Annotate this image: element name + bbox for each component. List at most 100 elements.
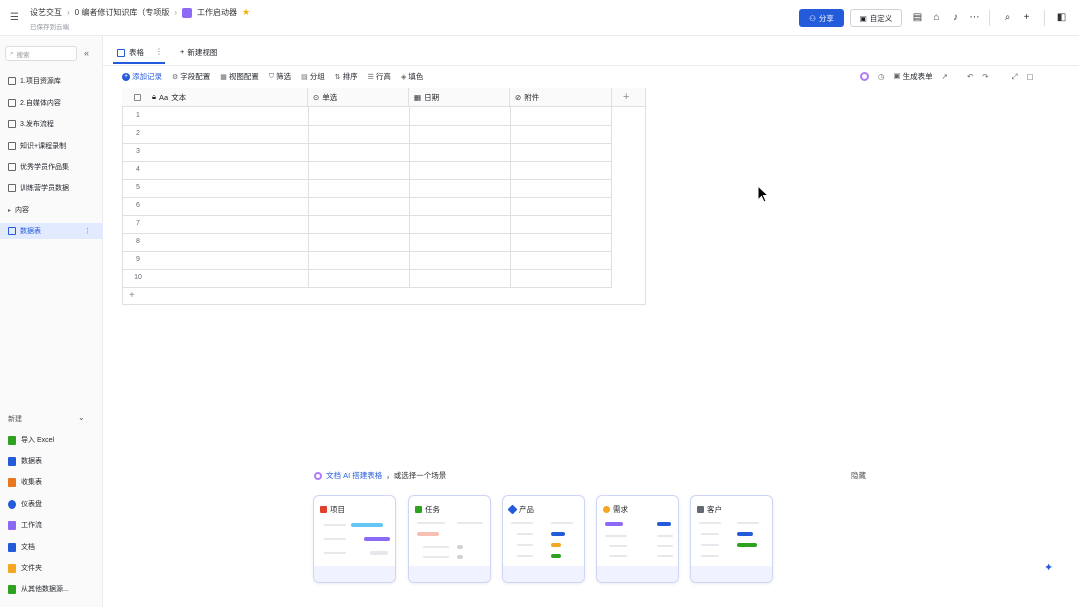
template-card-product[interactable]: 产品 bbox=[502, 495, 585, 583]
add-record-button[interactable]: + 添加记录 bbox=[122, 71, 162, 82]
new-dashboard[interactable]: 仪表盘 bbox=[0, 495, 103, 513]
hide-templates-button[interactable]: 隐藏 bbox=[851, 470, 866, 481]
column-label: 单选 bbox=[322, 92, 338, 102]
comment-icon[interactable]: ▢ bbox=[1027, 72, 1034, 81]
present-button[interactable]: ▣ 自定义 bbox=[850, 9, 902, 27]
plus-circle-icon: + bbox=[122, 72, 130, 81]
search-icon[interactable]: ⌕ bbox=[1001, 11, 1014, 24]
generate-form-button[interactable]: ▣ 生成表单 bbox=[894, 71, 933, 82]
new-datatable[interactable]: 数据表 bbox=[0, 452, 103, 470]
paint-icon: ◈ bbox=[400, 73, 407, 81]
group-icon: ▤ bbox=[301, 73, 308, 81]
divider bbox=[1044, 10, 1045, 26]
add-column-icon[interactable]: + bbox=[623, 91, 629, 103]
undo-icon[interactable]: ↶ bbox=[967, 72, 973, 81]
group-label: 分组 bbox=[309, 72, 325, 81]
folder-icon bbox=[8, 563, 16, 573]
star-icon[interactable]: ★ bbox=[242, 7, 250, 18]
sidebar-item-works[interactable]: 优秀学员作品集 bbox=[0, 159, 103, 175]
plus-icon: + bbox=[180, 47, 185, 56]
filter-button[interactable]: ⛉ 筛选 bbox=[269, 71, 291, 82]
expand-icon[interactable]: ⤢ bbox=[1012, 72, 1018, 82]
sidebar-item-resources[interactable]: 1.项目资源库 bbox=[0, 73, 103, 89]
sidebar-item-label: 内容 bbox=[15, 207, 30, 214]
column-header-single-select[interactable]: ⊙ 单选 bbox=[308, 88, 409, 107]
row-number: 6 bbox=[136, 202, 140, 209]
add-record-label: 添加记录 bbox=[132, 72, 162, 81]
history-icon[interactable]: ◷ bbox=[878, 72, 885, 81]
present-icon: ▣ bbox=[859, 13, 867, 23]
column-header-attachment[interactable]: ⊘ 附件 bbox=[510, 88, 612, 107]
chevron-down-icon[interactable]: ⌄ bbox=[78, 413, 85, 422]
row-number: 5 bbox=[136, 184, 140, 191]
diamond-icon bbox=[507, 504, 518, 515]
new-folder[interactable]: 文件夹 bbox=[0, 559, 103, 577]
plus-icon[interactable]: + bbox=[1020, 11, 1033, 24]
text-field-icon: Aa bbox=[159, 92, 169, 102]
share-view-icon[interactable]: ↗ bbox=[942, 72, 948, 81]
column-header-text[interactable]: 🔒︎ Aa 文本 bbox=[122, 88, 308, 107]
page-title[interactable]: 工作启动器 bbox=[197, 7, 237, 18]
row-divider bbox=[122, 287, 612, 288]
view-icon: ▦ bbox=[220, 73, 227, 81]
more-icon[interactable]: ⋮ bbox=[84, 227, 91, 235]
new-form[interactable]: 收集表 bbox=[0, 473, 103, 491]
template-card-project[interactable]: 项目 bbox=[313, 495, 396, 583]
ai-ring-icon[interactable] bbox=[860, 72, 869, 81]
sidebar-item-media[interactable]: 2.自媒体内容 bbox=[0, 95, 103, 111]
template-icon[interactable]: ▤ bbox=[911, 11, 924, 24]
card-label: 需求 bbox=[613, 505, 628, 514]
form-icon bbox=[8, 477, 16, 487]
new-item-label: 仪表盘 bbox=[21, 501, 42, 508]
sidebar-item-course[interactable]: 知识+课程录制 bbox=[0, 138, 103, 154]
field-config-button[interactable]: ⚙ 字段配置 bbox=[172, 71, 210, 82]
breadcrumb-item-workspace[interactable]: 设艺交互 bbox=[30, 7, 62, 18]
template-card-customer[interactable]: 客户 bbox=[690, 495, 773, 583]
select-all-checkbox[interactable] bbox=[134, 94, 141, 101]
ai-assistant-icon[interactable]: ✦ bbox=[1044, 561, 1053, 574]
template-card-requirement[interactable]: 需求 bbox=[596, 495, 679, 583]
new-workflow[interactable]: 工作流 bbox=[0, 516, 103, 534]
new-item-label: 导入 Excel bbox=[21, 437, 55, 444]
workflow-icon bbox=[8, 520, 16, 530]
sort-label: 排序 bbox=[342, 72, 358, 81]
add-view-button[interactable]: + 新建视图 bbox=[180, 47, 217, 58]
row-height-button[interactable]: ☰ 行高 bbox=[368, 71, 391, 82]
redo-icon[interactable]: ↷ bbox=[982, 72, 988, 81]
breadcrumb-item-wiki[interactable]: 0 编者修订知识库（专项版 bbox=[75, 7, 170, 18]
template-header: 文档 AI 搭建表格 ，或选择一个场景 bbox=[314, 470, 446, 481]
search-icon: ⌕ bbox=[10, 49, 14, 57]
sidebar-item-publish[interactable]: 3.发布流程 bbox=[0, 116, 103, 132]
tab-table[interactable]: 表格 bbox=[117, 47, 144, 58]
column-header-date[interactable]: ▦ 日期 bbox=[409, 88, 510, 107]
more-icon[interactable]: ⋯ bbox=[968, 11, 981, 24]
collapse-sidebar-icon[interactable]: « bbox=[84, 48, 89, 58]
app-logo-icon[interactable]: ◧ bbox=[1055, 11, 1068, 24]
row-divider bbox=[122, 197, 612, 198]
row-height-icon: ☰ bbox=[367, 73, 374, 81]
plugin-icon[interactable]: ⌂ bbox=[930, 11, 943, 24]
new-item-label: 文件夹 bbox=[21, 565, 42, 572]
new-import-excel[interactable]: 导入 Excel bbox=[0, 431, 103, 449]
bell-icon[interactable]: ♪ bbox=[949, 11, 962, 24]
new-doc[interactable]: 文档 bbox=[0, 538, 103, 556]
tab-more-icon[interactable]: ⋮ bbox=[155, 47, 163, 56]
row-number: 3 bbox=[136, 148, 140, 155]
attachment-icon: ⊘ bbox=[515, 92, 522, 102]
sidebar-item-students[interactable]: 训练营学员数据 bbox=[0, 180, 103, 196]
sidebar-item-content[interactable]: ▸ 内容 bbox=[0, 202, 103, 218]
group-button[interactable]: ▤ 分组 bbox=[301, 71, 325, 82]
fill-color-button[interactable]: ◈ 填色 bbox=[401, 71, 423, 82]
share-button[interactable]: ⚇ 分享 bbox=[799, 9, 844, 27]
menu-icon[interactable]: ☰ bbox=[10, 12, 19, 23]
ai-build-link[interactable]: 文档 AI 搭建表格 bbox=[326, 470, 382, 481]
search-input[interactable]: ⌕ 搜索 bbox=[5, 46, 77, 61]
view-config-button[interactable]: ▦ 视图配置 bbox=[220, 71, 259, 82]
add-row-icon[interactable]: + bbox=[129, 290, 135, 301]
template-card-task[interactable]: 任务 bbox=[408, 495, 491, 583]
sidebar-item-datatable[interactable]: 数据表 ⋮ bbox=[0, 223, 103, 239]
new-from-source[interactable]: 从其他数据源... bbox=[0, 580, 103, 598]
sidebar-item-label: 知识+课程录制 bbox=[20, 143, 67, 150]
sort-button[interactable]: ⇅ 排序 bbox=[335, 71, 358, 82]
new-item-label: 工作流 bbox=[21, 522, 42, 529]
